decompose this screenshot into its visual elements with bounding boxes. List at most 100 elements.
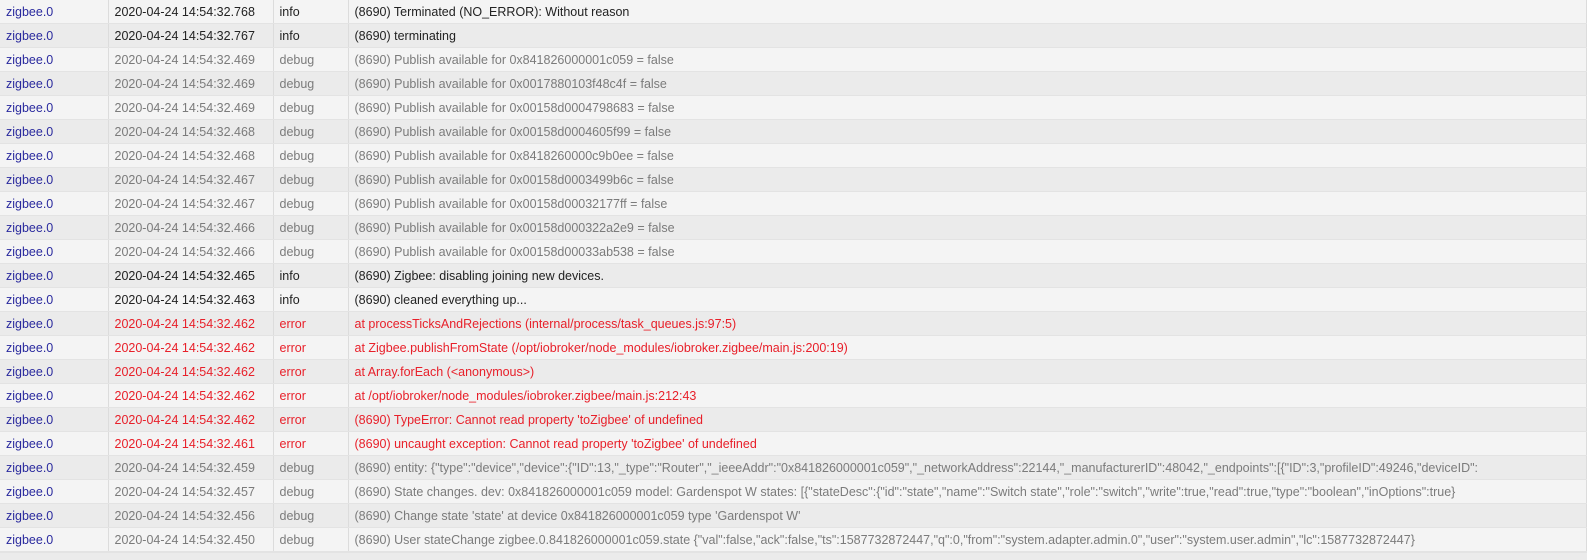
log-source: zigbee.0 — [0, 383, 109, 408]
log-row: zigbee.0 2020-04-24 14:54:32.463 info (8690… — [0, 287, 1587, 312]
log-message: at Array.forEach (<anonymous>) — [348, 359, 1587, 384]
log-timestamp: 2020-04-24 14:54:32.468 — [108, 143, 274, 168]
log-timestamp: 2020-04-24 14:54:32.465 — [108, 263, 274, 288]
log-message: (8690) Zigbee: disabling joining new dev… — [348, 263, 1587, 288]
log-timestamp: 2020-04-24 14:54:32.457 — [108, 479, 274, 504]
log-source: zigbee.0 — [0, 287, 109, 312]
log-row: zigbee.0 2020-04-24 14:54:32.466 debug (869… — [0, 215, 1587, 240]
log-severity: debug — [273, 527, 349, 552]
log-message: (8690) State changes. dev: 0x84182600000… — [348, 479, 1587, 504]
log-severity: debug — [273, 95, 349, 120]
log-message: (8690) Publish available for 0x841826000… — [348, 143, 1587, 168]
log-source: zigbee.0 — [0, 431, 109, 456]
log-severity: debug — [273, 215, 349, 240]
log-source: zigbee.0 — [0, 119, 109, 144]
log-row: zigbee.0 2020-04-24 14:54:32.462 error at Z… — [0, 335, 1587, 360]
log-severity: error — [273, 383, 349, 408]
log-source: zigbee.0 — [0, 47, 109, 72]
log-message: (8690) cleaned everything up... — [348, 287, 1587, 312]
log-timestamp: 2020-04-24 14:54:32.462 — [108, 383, 274, 408]
log-timestamp: 2020-04-24 14:54:32.467 — [108, 191, 274, 216]
log-row: zigbee.0 2020-04-24 14:54:32.469 debug (869… — [0, 47, 1587, 72]
log-severity: debug — [273, 47, 349, 72]
log-severity: debug — [273, 239, 349, 264]
log-body: zigbee.0 2020-04-24 14:54:32.768 info (8690… — [0, 0, 1587, 552]
log-row: zigbee.0 2020-04-24 14:54:32.467 debug (869… — [0, 191, 1587, 216]
log-source: zigbee.0 — [0, 263, 109, 288]
log-source: zigbee.0 — [0, 191, 109, 216]
log-timestamp: 2020-04-24 14:54:32.456 — [108, 503, 274, 528]
log-source: zigbee.0 — [0, 215, 109, 240]
log-severity: debug — [273, 167, 349, 192]
log-severity: info — [273, 0, 349, 24]
log-message: (8690) Terminated (NO_ERROR): Without re… — [348, 0, 1587, 24]
log-message: (8690) Publish available for 0x841826000… — [348, 47, 1587, 72]
log-source: zigbee.0 — [0, 359, 109, 384]
log-row: zigbee.0 2020-04-24 14:54:32.466 debug (869… — [0, 239, 1587, 264]
log-row: zigbee.0 2020-04-24 14:54:32.465 info (8690… — [0, 263, 1587, 288]
log-timestamp: 2020-04-24 14:54:32.466 — [108, 215, 274, 240]
log-message: (8690) terminating — [348, 23, 1587, 48]
log-message: (8690) Publish available for 0x00158d000… — [348, 119, 1587, 144]
log-message: at processTicksAndRejections (internal/p… — [348, 311, 1587, 336]
log-message: (8690) Publish available for 0x00158d000… — [348, 95, 1587, 120]
log-row: zigbee.0 2020-04-24 14:54:32.457 debug (869… — [0, 479, 1587, 504]
log-source: zigbee.0 — [0, 95, 109, 120]
log-row: zigbee.0 2020-04-24 14:54:32.468 debug (869… — [0, 119, 1587, 144]
log-source: zigbee.0 — [0, 455, 109, 480]
log-row: zigbee.0 2020-04-24 14:54:32.456 debug (869… — [0, 503, 1587, 528]
log-row: zigbee.0 2020-04-24 14:54:32.462 error (869… — [0, 407, 1587, 432]
log-timestamp: 2020-04-24 14:54:32.462 — [108, 311, 274, 336]
log-row: zigbee.0 2020-04-24 14:54:32.462 error at /… — [0, 383, 1587, 408]
log-timestamp: 2020-04-24 14:54:32.767 — [108, 23, 274, 48]
log-row: zigbee.0 2020-04-24 14:54:32.469 debug (869… — [0, 71, 1587, 96]
log-row: zigbee.0 2020-04-24 14:54:32.468 debug (869… — [0, 143, 1587, 168]
log-bottom-strip — [0, 552, 1587, 560]
log-message: (8690) Publish available for 0x00158d000… — [348, 215, 1587, 240]
log-timestamp: 2020-04-24 14:54:32.469 — [108, 47, 274, 72]
log-timestamp: 2020-04-24 14:54:32.467 — [108, 167, 274, 192]
log-severity: error — [273, 335, 349, 360]
log-source: zigbee.0 — [0, 335, 109, 360]
log-source: zigbee.0 — [0, 239, 109, 264]
log-source: zigbee.0 — [0, 407, 109, 432]
log-severity: error — [273, 311, 349, 336]
log-source: zigbee.0 — [0, 71, 109, 96]
log-message: (8690) Publish available for 0x00158d000… — [348, 167, 1587, 192]
log-message: at Zigbee.publishFromState (/opt/iobroke… — [348, 335, 1587, 360]
log-severity: debug — [273, 503, 349, 528]
log-row: zigbee.0 2020-04-24 14:54:32.461 error (869… — [0, 431, 1587, 456]
log-message: (8690) Publish available for 0x00158d000… — [348, 191, 1587, 216]
log-severity: debug — [273, 119, 349, 144]
log-row: zigbee.0 2020-04-24 14:54:32.459 debug (869… — [0, 455, 1587, 480]
log-severity: debug — [273, 455, 349, 480]
log-severity: debug — [273, 479, 349, 504]
log-timestamp: 2020-04-24 14:54:32.468 — [108, 119, 274, 144]
log-severity: info — [273, 287, 349, 312]
log-source: zigbee.0 — [0, 23, 109, 48]
log-severity: debug — [273, 191, 349, 216]
log-timestamp: 2020-04-24 14:54:32.463 — [108, 287, 274, 312]
log-source: zigbee.0 — [0, 143, 109, 168]
log-severity: error — [273, 359, 349, 384]
log-row: zigbee.0 2020-04-24 14:54:32.450 debug (869… — [0, 527, 1587, 552]
log-timestamp: 2020-04-24 14:54:32.768 — [108, 0, 274, 24]
log-message: (8690) Publish available for 0x001788010… — [348, 71, 1587, 96]
log-severity: debug — [273, 143, 349, 168]
log-timestamp: 2020-04-24 14:54:32.462 — [108, 335, 274, 360]
log-message: (8690) User stateChange zigbee.0.8418260… — [348, 527, 1587, 552]
log-timestamp: 2020-04-24 14:54:32.466 — [108, 239, 274, 264]
log-row: zigbee.0 2020-04-24 14:54:32.768 info (8690… — [0, 0, 1587, 24]
log-source: zigbee.0 — [0, 479, 109, 504]
log-severity: error — [273, 431, 349, 456]
log-severity: info — [273, 23, 349, 48]
log-message: (8690) uncaught exception: Cannot read p… — [348, 431, 1587, 456]
log-row: zigbee.0 2020-04-24 14:54:32.767 info (8690… — [0, 23, 1587, 48]
log-row: zigbee.0 2020-04-24 14:54:32.462 error at p… — [0, 311, 1587, 336]
log-severity: info — [273, 263, 349, 288]
log-row: zigbee.0 2020-04-24 14:54:32.467 debug (869… — [0, 167, 1587, 192]
log-timestamp: 2020-04-24 14:54:32.461 — [108, 431, 274, 456]
log-row: zigbee.0 2020-04-24 14:54:32.469 debug (869… — [0, 95, 1587, 120]
log-source: zigbee.0 — [0, 527, 109, 552]
log-timestamp: 2020-04-24 14:54:32.462 — [108, 359, 274, 384]
